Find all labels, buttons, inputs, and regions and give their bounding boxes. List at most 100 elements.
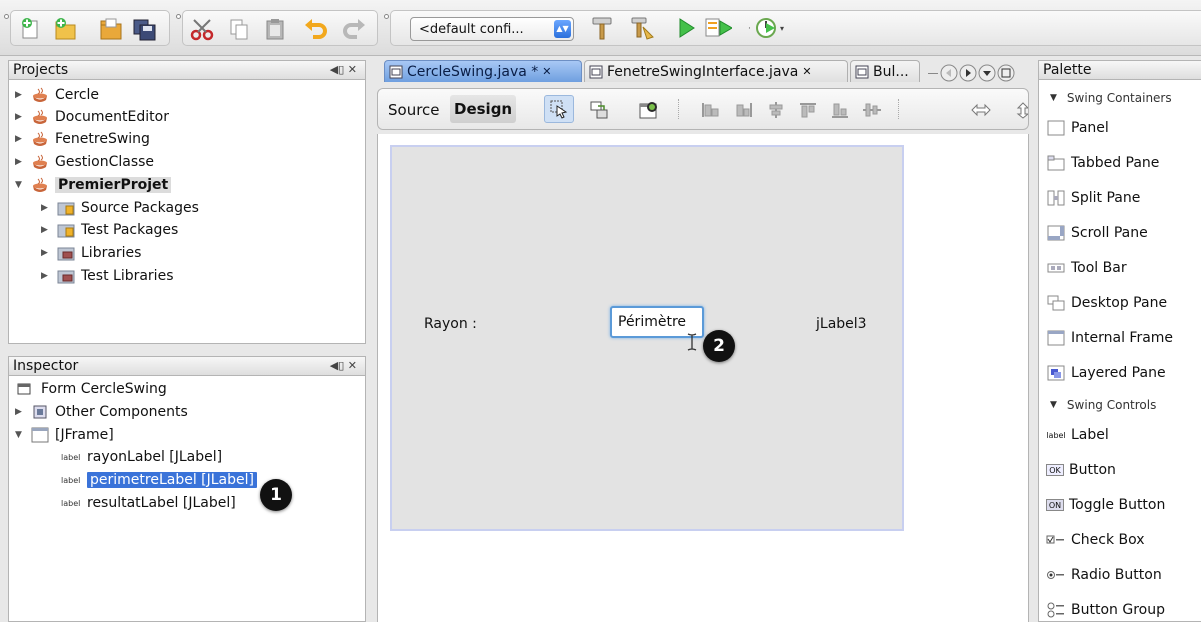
center-vertically-button[interactable] (862, 101, 882, 123)
tree-item-fenetreswing[interactable]: ▶ FenetreSwing (15, 128, 150, 150)
palette-item-desktop-pane[interactable]: Desktop Pane (1046, 291, 1167, 315)
new-project-button[interactable] (51, 15, 79, 43)
align-top-button[interactable] (798, 101, 818, 123)
tree-item-test-libraries[interactable]: ▶ Test Libraries (41, 265, 173, 287)
palette-category-swing-controls[interactable]: ▼ Swing Controls (1050, 395, 1156, 415)
collapse-arrow-icon[interactable]: ▼ (15, 430, 25, 440)
redo-button[interactable] (339, 15, 367, 43)
close-tab-icon[interactable]: ✕ (802, 65, 811, 78)
tree-item-source-packages[interactable]: ▶ Source Packages (41, 197, 199, 219)
tab-bul[interactable]: Bul... (850, 60, 920, 82)
source-view-button[interactable]: Source (388, 101, 440, 119)
new-file-button[interactable] (17, 15, 45, 43)
copy-button[interactable] (225, 15, 253, 43)
design-view-button[interactable]: Design (450, 95, 517, 123)
debug-button[interactable]: ▾ (704, 14, 732, 42)
tree-item-resultatlabel[interactable]: label resultatLabel [JLabel] (61, 492, 236, 514)
tree-item-libraries[interactable]: ▶ Libraries (41, 242, 141, 264)
palette-item-toggle-button[interactable]: ON Toggle Button (1046, 493, 1165, 517)
main-toolbar: <default confi... ▲▼ ▾ ·▾ (0, 0, 1201, 56)
build-button[interactable] (588, 14, 616, 42)
tree-item-documenteditor[interactable]: ▶ DocumentEditor (15, 106, 169, 128)
show-opened-documents-icon[interactable] (978, 64, 996, 82)
rayon-label[interactable]: Rayon : (424, 316, 477, 332)
save-all-icon (133, 19, 156, 41)
paste-button[interactable] (261, 15, 289, 43)
tree-item-premierprojet[interactable]: ▼ PremierProjet (15, 174, 172, 196)
toolbar-grip[interactable] (176, 14, 181, 19)
tab-navigation (928, 63, 1028, 83)
preview-design-button[interactable] (638, 99, 660, 125)
scroll-right-icon[interactable] (959, 64, 977, 82)
palette-item-radio-button[interactable]: Radio Button (1046, 563, 1162, 587)
java-project-icon (31, 131, 49, 147)
tree-item-form[interactable]: Form CercleSwing (15, 378, 167, 400)
play-icon (679, 18, 695, 38)
projects-panel-header: Projects ◀▯ ✕ (8, 60, 366, 80)
expand-arrow-icon[interactable]: ▶ (15, 407, 25, 417)
align-bottom-button[interactable] (830, 101, 850, 123)
tree-item-jframe[interactable]: ▼ [JFrame] (15, 424, 114, 446)
toolbar-grip[interactable] (4, 14, 9, 19)
tree-item-cercle[interactable]: ▶ Cercle (15, 84, 99, 106)
close-tab-icon[interactable]: ✕ (542, 65, 551, 78)
clean-build-button[interactable] (628, 14, 656, 42)
palette-item-check-box[interactable]: Check Box (1046, 528, 1145, 552)
projects-panel-title: Projects (13, 62, 69, 78)
expand-arrow-icon[interactable]: ▶ (15, 112, 25, 122)
align-right-button[interactable] (734, 101, 754, 123)
save-all-button[interactable] (131, 15, 159, 43)
center-horizontally-button[interactable] (766, 101, 786, 123)
expand-arrow-icon[interactable]: ▶ (41, 271, 51, 281)
tree-item-other-components[interactable]: ▶ Other Components (15, 401, 188, 423)
panel-minimize-close-icon[interactable]: ◀▯ ✕ (330, 359, 357, 372)
expand-arrow-icon[interactable]: ▶ (41, 225, 51, 235)
palette-item-scroll-pane[interactable]: Scroll Pane (1046, 221, 1148, 245)
callout-two: 2 (703, 330, 735, 362)
panel-icon (1046, 119, 1066, 137)
expand-arrow-icon[interactable]: ▶ (15, 90, 25, 100)
palette-item-tool-bar[interactable]: Tool Bar (1046, 256, 1127, 280)
toolbar-grip[interactable] (384, 14, 389, 19)
open-project-button[interactable] (97, 15, 125, 43)
jframe-design-area[interactable] (390, 145, 904, 531)
connection-mode-button[interactable] (588, 99, 610, 125)
change-vertical-resizability-button[interactable] (1014, 101, 1028, 123)
palette-category-swing-containers[interactable]: ▼ Swing Containers (1050, 88, 1172, 108)
tab-cercleswing[interactable]: CercleSwing.java * ✕ (384, 60, 582, 82)
expand-arrow-icon[interactable]: ▶ (41, 248, 51, 258)
svg-text:·: · (748, 24, 751, 34)
jlabel3-label[interactable]: jLabel3 (816, 316, 867, 332)
palette-item-internal-frame[interactable]: Internal Frame (1046, 326, 1173, 350)
run-button[interactable] (672, 14, 700, 42)
selection-mode-button[interactable] (544, 95, 574, 123)
expand-arrow-icon[interactable]: ▶ (41, 203, 51, 213)
tree-item-rayonlabel[interactable]: label rayonLabel [JLabel] (61, 446, 222, 468)
cut-button[interactable] (189, 15, 217, 43)
maximize-window-icon[interactable] (997, 64, 1015, 82)
panel-minimize-close-icon[interactable]: ◀▯ ✕ (330, 63, 357, 76)
change-horizontal-resizability-button[interactable] (970, 101, 992, 123)
configuration-select[interactable]: <default confi... ▲▼ (410, 17, 574, 41)
palette-item-split-pane[interactable]: Split Pane (1046, 186, 1140, 210)
palette-item-label[interactable]: label Label (1046, 423, 1108, 447)
scroll-left-icon[interactable] (940, 64, 958, 82)
expand-arrow-icon[interactable]: ▶ (15, 134, 25, 144)
tree-item-gestionclasse[interactable]: ▶ GestionClasse (15, 151, 154, 173)
palette-item-button[interactable]: OK Button (1046, 458, 1116, 482)
tree-item-perimetrelabel[interactable]: label perimetreLabel [JLabel] (61, 469, 257, 491)
palette-item-panel[interactable]: Panel (1046, 116, 1109, 140)
internal-frame-icon (1046, 329, 1066, 347)
collapse-arrow-icon[interactable]: ▼ (15, 180, 25, 190)
palette-item-button-group[interactable]: Button Group (1046, 598, 1165, 622)
palette-item-layered-pane[interactable]: Layered Pane (1046, 361, 1166, 385)
tab-fenetreswinginterface[interactable]: FenetreSwingInterface.java ✕ (584, 60, 848, 82)
profile-button[interactable]: · ▾ (746, 14, 796, 42)
undo-button[interactable] (303, 15, 331, 43)
package-folder-icon (57, 222, 75, 238)
palette-item-tabbed-pane[interactable]: Tabbed Pane (1046, 151, 1159, 175)
editor-tabs: CercleSwing.java * ✕ FenetreSwingInterfa… (380, 58, 1030, 84)
tree-item-test-packages[interactable]: ▶ Test Packages (41, 219, 178, 241)
expand-arrow-icon[interactable]: ▶ (15, 157, 25, 167)
align-left-button[interactable] (700, 101, 720, 123)
